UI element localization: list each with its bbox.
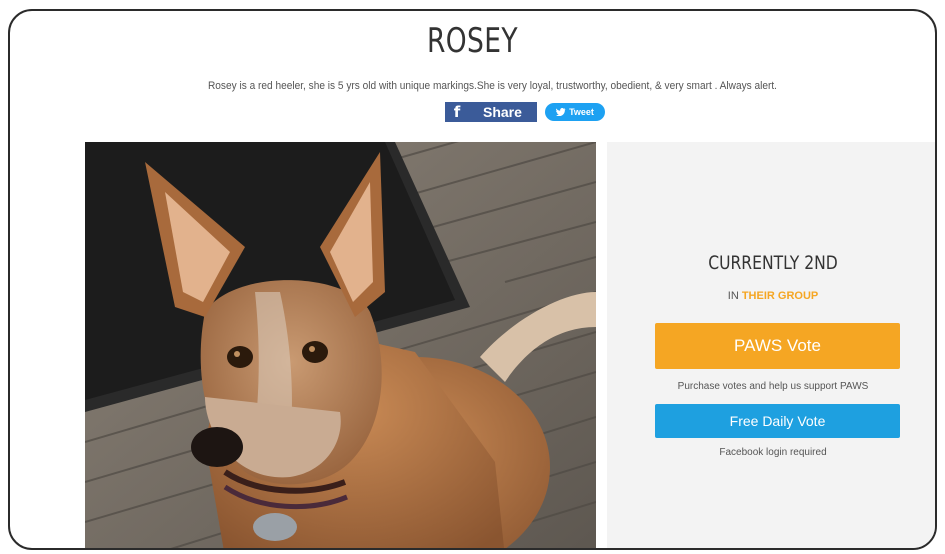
share-label: Share	[483, 104, 522, 120]
page-frame: ROSEY Rosey is a red heeler, she is 5 yr…	[8, 9, 937, 550]
twitter-bird-icon	[556, 108, 566, 116]
group-prefix: IN	[727, 290, 739, 302]
pet-description: Rosey is a red heeler, she is 5 yrs old …	[207, 80, 778, 92]
tweet-button[interactable]: Tweet	[545, 103, 605, 121]
rank-status: CURRENTLY 2ND	[708, 252, 838, 274]
pet-photo	[85, 142, 596, 548]
vote-panel: CURRENTLY 2ND IN THEIR GROUP PAWS Vote P…	[607, 142, 935, 548]
pet-name-title: ROSEY	[426, 21, 519, 61]
group-label: IN THEIR GROUP	[607, 290, 935, 302]
free-vote-note: Facebook login required	[719, 447, 827, 458]
tweet-label: Tweet	[569, 107, 594, 117]
facebook-icon: f	[453, 103, 461, 121]
dog-photo-illustration	[85, 142, 596, 548]
paws-vote-note: Purchase votes and help us support PAWS	[677, 381, 869, 392]
group-link[interactable]: THEIR GROUP	[742, 290, 818, 302]
paws-vote-button[interactable]: PAWS Vote	[655, 323, 900, 369]
facebook-share-button[interactable]: f Share	[445, 102, 537, 122]
free-daily-vote-button[interactable]: Free Daily Vote	[655, 404, 900, 438]
